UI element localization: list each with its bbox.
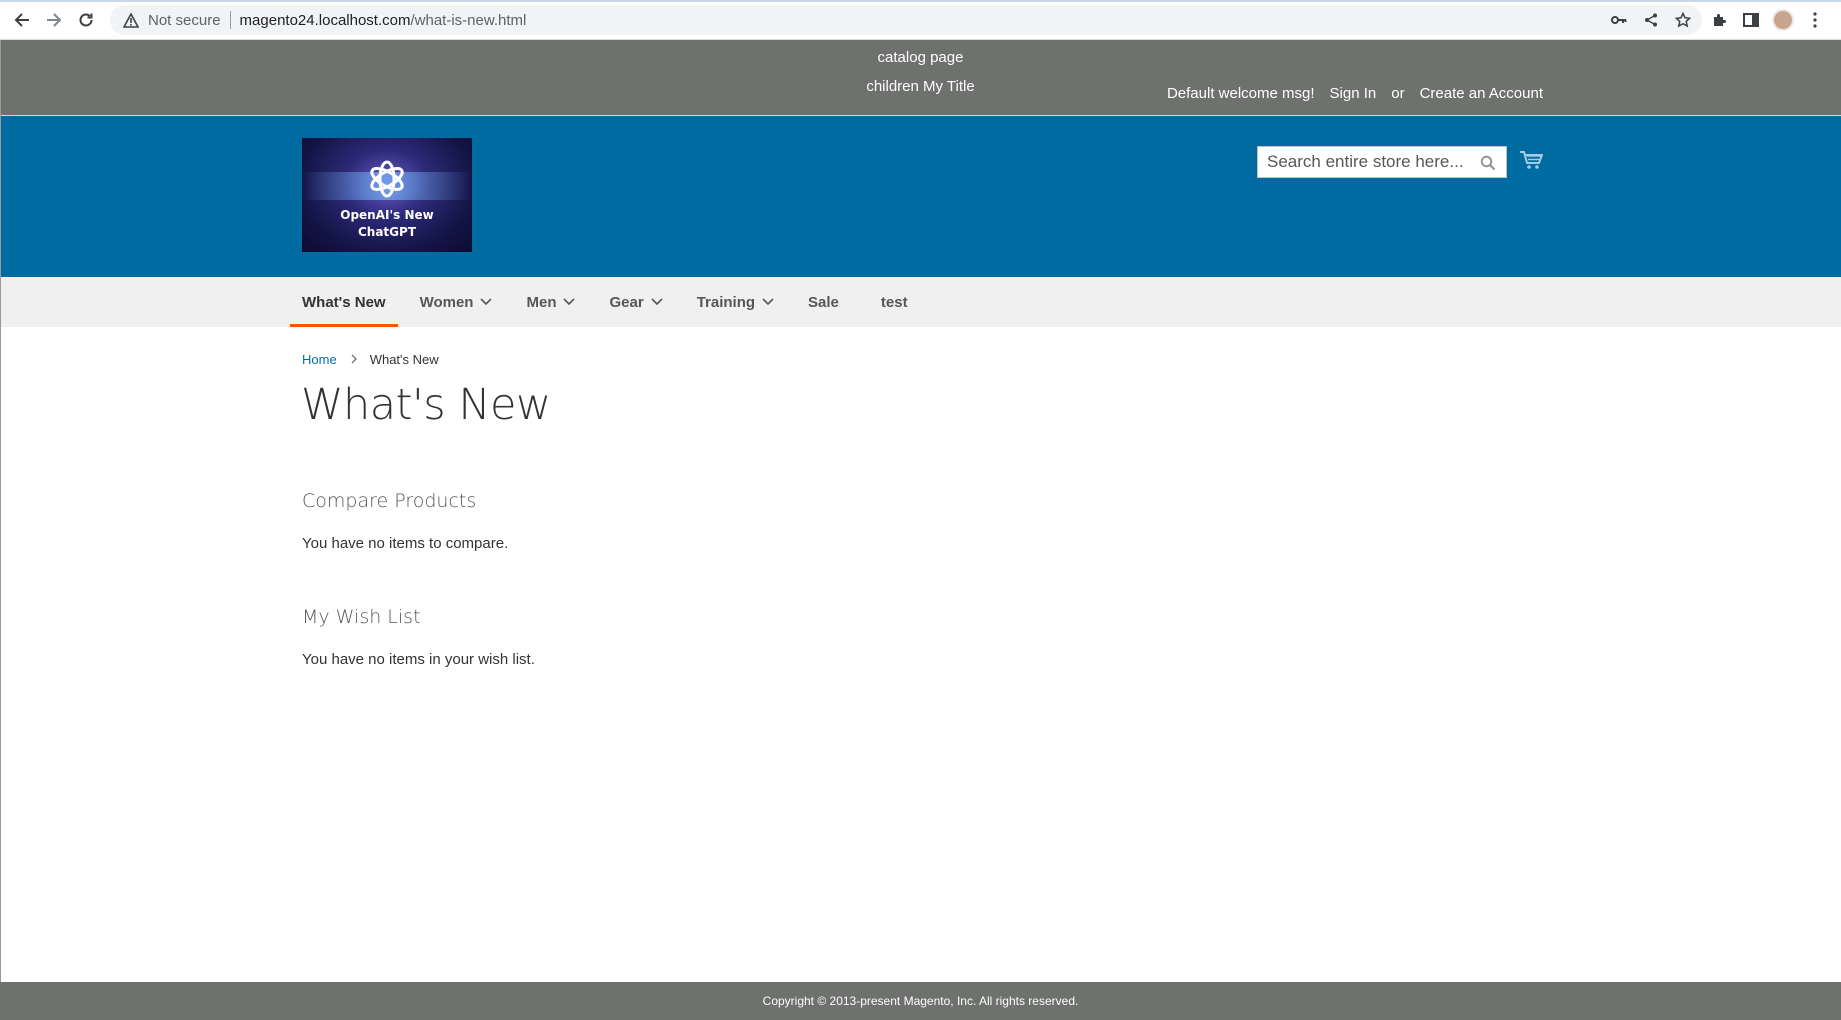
- chevron-down-icon: [651, 296, 663, 308]
- main-navigation: What's New Women Men Gear Training Sale …: [0, 277, 1841, 327]
- copyright-text: Copyright © 2013-present Magento, Inc. A…: [762, 994, 1079, 1008]
- nav-item-label: What's New: [302, 293, 386, 311]
- panel-header: catalog page children My Title Default w…: [0, 40, 1841, 116]
- share-icon[interactable]: [1640, 9, 1662, 31]
- shopping-cart-icon: [1520, 151, 1543, 169]
- breadcrumb-home-link[interactable]: Home: [302, 352, 337, 367]
- back-button[interactable]: [8, 7, 36, 33]
- viewport-edge: [0, 40, 1, 982]
- nav-menu: What's New Women Men Gear Training Sale …: [290, 277, 930, 327]
- header-content: OpenAI's New ChatGPT: [0, 116, 1841, 277]
- key-icon[interactable]: [1608, 9, 1630, 31]
- more-menu-icon[interactable]: [1804, 9, 1826, 31]
- footer: Copyright © 2013-present Magento, Inc. A…: [0, 982, 1841, 1020]
- nav-item-training[interactable]: Training: [685, 277, 786, 327]
- forward-button[interactable]: [40, 7, 68, 33]
- or-text: or: [1391, 85, 1405, 102]
- compare-products-title: Compare Products: [302, 490, 477, 512]
- profile-avatar[interactable]: [1772, 9, 1794, 31]
- search-form: [1257, 146, 1507, 178]
- compare-empty-message: You have no items to compare.: [302, 535, 509, 552]
- browser-extensions: [1708, 6, 1826, 34]
- url-host: magento24.localhost.com: [239, 11, 411, 29]
- side-panel-icon[interactable]: [1740, 9, 1762, 31]
- nav-item-label: Women: [419, 293, 474, 311]
- nav-item-whats-new[interactable]: What's New: [290, 277, 398, 327]
- store-logo[interactable]: OpenAI's New ChatGPT: [302, 138, 472, 252]
- minicart-button[interactable]: [1518, 148, 1544, 172]
- openai-logo-icon: [370, 160, 404, 198]
- nav-item-sale[interactable]: Sale: [796, 277, 851, 327]
- search-input[interactable]: [1258, 148, 1468, 176]
- search-button[interactable]: [1478, 153, 1498, 173]
- reload-icon: [79, 13, 93, 27]
- chevron-down-icon: [762, 296, 774, 308]
- nav-item-men[interactable]: Men: [514, 277, 587, 327]
- nav-item-label: Sale: [808, 293, 839, 311]
- breadcrumb-current: What's New: [369, 352, 439, 367]
- chevron-right-icon: [351, 352, 358, 367]
- nav-item-label: Men: [526, 293, 557, 311]
- page-title: What's New: [301, 380, 551, 430]
- warning-icon[interactable]: [122, 11, 140, 29]
- header-links: Default welcome msg! Sign In or Create a…: [1167, 85, 1543, 102]
- browser-toolbar: Not secure magento24.localhost.com/what-…: [0, 0, 1841, 40]
- logo-text-line-2: ChatGPT: [357, 225, 416, 239]
- nav-item-label: Gear: [609, 293, 644, 311]
- logo-text-line-1: OpenAI's New: [340, 208, 434, 222]
- star-icon[interactable]: [1672, 9, 1694, 31]
- nav-item-gear[interactable]: Gear: [597, 277, 674, 327]
- tab-strip-edge: [0, 0, 1841, 2]
- nav-item-women[interactable]: Women: [408, 277, 505, 327]
- wishlist-title: My Wish List: [302, 606, 421, 628]
- reload-button[interactable]: [72, 7, 100, 33]
- custom-block-line-1: catalog page: [877, 49, 964, 66]
- puzzle-icon[interactable]: [1708, 9, 1730, 31]
- nav-item-label: test: [880, 293, 908, 311]
- url-text[interactable]: magento24.localhost.com/what-is-new.html: [240, 12, 527, 29]
- nav-item-label: Training: [696, 293, 756, 311]
- url-path: /what-is-new.html: [410, 11, 527, 29]
- welcome-message: Default welcome msg!: [1166, 85, 1315, 102]
- arrow-left-icon: [14, 13, 29, 27]
- omnibox-actions: [1608, 5, 1694, 35]
- address-bar[interactable]: Not secure magento24.localhost.com/what-…: [110, 5, 1702, 35]
- sign-in-link[interactable]: Sign In: [1330, 85, 1377, 102]
- nav-item-test[interactable]: test: [869, 277, 920, 327]
- custom-block-line-2: children My Title: [866, 78, 975, 95]
- breadcrumb: Home What's New: [302, 352, 439, 367]
- chevron-down-icon: [563, 296, 576, 308]
- omnibox-divider: [229, 11, 231, 29]
- arrow-right-icon: [47, 13, 62, 27]
- search-icon: [1480, 155, 1496, 171]
- security-status[interactable]: Not secure: [148, 12, 221, 29]
- create-account-link[interactable]: Create an Account: [1420, 85, 1543, 102]
- wishlist-empty-message: You have no items in your wish list.: [302, 651, 535, 668]
- chevron-down-icon: [480, 296, 493, 308]
